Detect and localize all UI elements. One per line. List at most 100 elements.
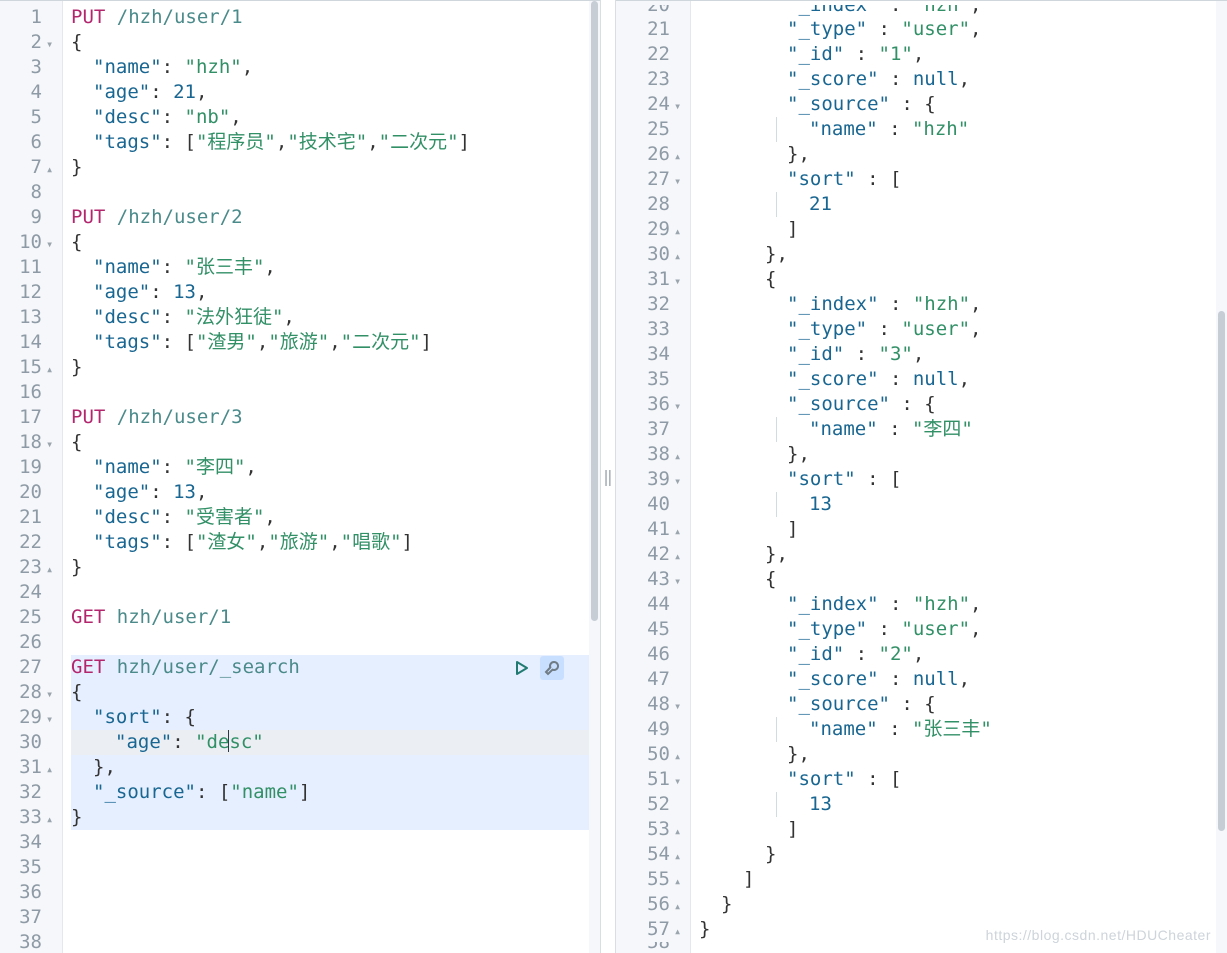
code-line[interactable]: { (699, 267, 1227, 292)
code-line[interactable]: "name" : "hzh" (699, 117, 1227, 142)
code-line[interactable]: 21 (699, 192, 1227, 217)
gutter-line[interactable]: 47 (626, 667, 684, 692)
line-gutter-right[interactable]: 2021222324▾2526▴27▾2829▴30▴31▾3233343536… (616, 1, 691, 953)
code-line[interactable]: "desc": "受害者", (71, 505, 600, 530)
fold-toggle-icon[interactable]: ▴ (670, 444, 684, 469)
code-line[interactable]: "sort" : [ (699, 167, 1227, 192)
code-line[interactable]: } (699, 917, 1227, 942)
code-line[interactable]: "_index" : "hzh", (699, 592, 1227, 617)
gutter-line[interactable]: 39▾ (626, 467, 684, 492)
gutter-line[interactable]: 9 (10, 205, 56, 230)
code-line[interactable]: ] (699, 517, 1227, 542)
fold-toggle-icon[interactable]: ▾ (42, 432, 56, 457)
code-line[interactable]: "name" : "李四" (699, 417, 1227, 442)
gutter-line[interactable]: 32 (10, 780, 56, 805)
code-line[interactable]: "_type" : "user", (699, 17, 1227, 42)
code-line[interactable]: "age": 13, (71, 280, 600, 305)
gutter-line[interactable]: 38 (10, 930, 56, 953)
gutter-line[interactable]: 3 (10, 55, 56, 80)
fold-toggle-icon[interactable]: ▾ (670, 769, 684, 794)
gutter-line[interactable]: 32 (626, 292, 684, 317)
gutter-line[interactable]: 15▴ (10, 355, 56, 380)
gutter-line[interactable]: 13 (10, 305, 56, 330)
pane-divider[interactable]: ‖ (600, 0, 616, 953)
wrench-button[interactable] (540, 656, 564, 680)
code-line[interactable]: "name": "李四", (71, 455, 600, 480)
code-line[interactable]: { (71, 430, 600, 455)
fold-toggle-icon[interactable]: ▴ (670, 819, 684, 844)
gutter-line[interactable]: 11 (10, 255, 56, 280)
gutter-line[interactable]: 38▴ (626, 442, 684, 467)
fold-toggle-icon[interactable]: ▴ (42, 357, 56, 382)
code-line[interactable] (71, 905, 600, 930)
code-line[interactable]: ] (699, 217, 1227, 242)
code-line[interactable]: GET hzh/user/1 (71, 605, 600, 630)
gutter-line[interactable]: 17 (10, 405, 56, 430)
code-line[interactable] (71, 880, 600, 905)
gutter-line[interactable]: 16 (10, 380, 56, 405)
code-line[interactable]: "_score" : null, (699, 67, 1227, 92)
fold-toggle-icon[interactable]: ▾ (670, 694, 684, 719)
code-line[interactable]: GET hzh/user/_search (71, 655, 600, 680)
gutter-line[interactable]: 52 (626, 792, 684, 817)
gutter-line[interactable]: 40 (626, 492, 684, 517)
code-line[interactable]: { (71, 680, 600, 705)
scrollbar-thumb-right[interactable] (1218, 311, 1225, 831)
code-line[interactable]: "_source" : { (699, 92, 1227, 117)
code-line[interactable]: } (71, 155, 600, 180)
gutter-line[interactable]: 26▴ (626, 142, 684, 167)
gutter-line[interactable]: 1 (10, 5, 56, 30)
gutter-line[interactable]: 58 (626, 942, 684, 953)
fold-toggle-icon[interactable]: ▴ (670, 919, 684, 944)
gutter-line[interactable]: 28▾ (10, 680, 56, 705)
code-line[interactable]: } (71, 805, 600, 830)
gutter-line[interactable]: 21 (10, 505, 56, 530)
gutter-line[interactable]: 8 (10, 180, 56, 205)
code-line[interactable]: PUT /hzh/user/2 (71, 205, 600, 230)
gutter-line[interactable]: 34 (626, 342, 684, 367)
fold-toggle-icon[interactable]: ▴ (670, 544, 684, 569)
gutter-line[interactable]: 4 (10, 80, 56, 105)
code-editor-left[interactable]: PUT /hzh/user/1{"name": "hzh","age": 21,… (63, 1, 600, 953)
fold-toggle-icon[interactable]: ▴ (670, 244, 684, 269)
code-line[interactable]: "desc": "法外狂徒", (71, 305, 600, 330)
gutter-line[interactable]: 25 (10, 605, 56, 630)
fold-toggle-icon[interactable]: ▾ (42, 682, 56, 707)
play-icon[interactable] (512, 658, 532, 678)
code-line[interactable]: PUT /hzh/user/1 (71, 5, 600, 30)
scrollbar-left[interactable] (589, 1, 600, 953)
fold-toggle-icon[interactable]: ▾ (42, 707, 56, 732)
code-line[interactable]: "_source" : { (699, 692, 1227, 717)
code-line[interactable]: "sort": { (71, 705, 600, 730)
code-line[interactable]: "age": 13, (71, 480, 600, 505)
code-line[interactable]: "name" : "张三丰" (699, 717, 1227, 742)
gutter-line[interactable]: 24 (10, 580, 56, 605)
code-line[interactable]: "_index" : "hzh", (699, 292, 1227, 317)
gutter-line[interactable]: 27▾ (626, 167, 684, 192)
fold-toggle-icon[interactable]: ▴ (42, 757, 56, 782)
code-line[interactable]: }, (699, 142, 1227, 167)
gutter-line[interactable]: 2▾ (10, 30, 56, 55)
fold-toggle-icon[interactable]: ▾ (670, 169, 684, 194)
fold-toggle-icon[interactable]: ▾ (670, 394, 684, 419)
gutter-line[interactable]: 35 (10, 855, 56, 880)
code-line[interactable]: "tags": ["程序员","技术宅","二次元"] (71, 130, 600, 155)
gutter-line[interactable]: 22 (10, 530, 56, 555)
code-line[interactable]: "_type" : "user", (699, 317, 1227, 342)
gutter-line[interactable]: 23▴ (10, 555, 56, 580)
code-line[interactable]: "_score" : null, (699, 667, 1227, 692)
code-line[interactable]: "_index" : "hzh", (699, 5, 1227, 17)
gutter-line[interactable]: 19 (10, 455, 56, 480)
fold-toggle-icon[interactable]: ▾ (670, 94, 684, 119)
gutter-line[interactable]: 41▴ (626, 517, 684, 542)
code-line[interactable]: } (71, 555, 600, 580)
fold-toggle-icon[interactable]: ▾ (42, 32, 56, 57)
gutter-line[interactable]: 37 (626, 417, 684, 442)
gutter-line[interactable]: 25 (626, 117, 684, 142)
code-line[interactable]: 13 (699, 792, 1227, 817)
fold-toggle-icon[interactable]: ▾ (670, 569, 684, 594)
gutter-line[interactable]: 30▴ (626, 242, 684, 267)
gutter-line[interactable]: 31▴ (10, 755, 56, 780)
fold-toggle-icon[interactable]: ▴ (670, 744, 684, 769)
gutter-line[interactable]: 45 (626, 617, 684, 642)
